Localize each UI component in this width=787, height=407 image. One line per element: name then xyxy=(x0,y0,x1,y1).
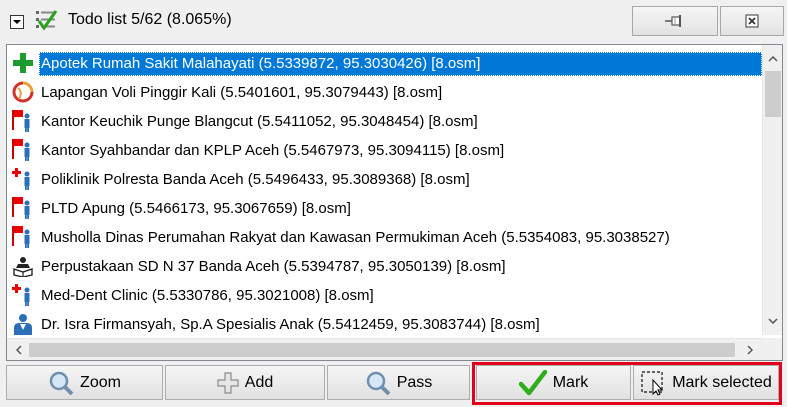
list-item-label: Perpustakaan SD N 37 Banda Aceh (5.53947… xyxy=(41,257,506,275)
collapse-arrow-icon[interactable] xyxy=(10,15,24,29)
todo-titlebar: Todo list 5/62 (8.065%) xyxy=(0,0,787,40)
mark-button-label: Mark xyxy=(552,373,589,391)
horizontal-scrollbar[interactable] xyxy=(7,338,762,360)
scroll-right-icon[interactable] xyxy=(740,340,760,360)
vertical-scroll-thumb[interactable] xyxy=(765,71,781,117)
list-item-label: Kantor Syahbandar dan KPLP Aceh (5.54679… xyxy=(41,141,505,159)
window-title: Todo list 5/62 (8.065%) xyxy=(68,11,232,28)
pharmacy-cross-icon xyxy=(9,49,39,78)
list-item[interactable]: Kantor Keuchik Punge Blangcut (5.5411052… xyxy=(9,107,762,136)
list-item[interactable]: Musholla Dinas Perumahan Rakyat dan Kawa… xyxy=(9,223,762,252)
list-item-label: Musholla Dinas Perumahan Rakyat dan Kawa… xyxy=(41,228,670,246)
vertical-scrollbar[interactable] xyxy=(762,45,782,335)
mark-button[interactable]: Mark xyxy=(476,365,631,400)
list-item[interactable]: Lapangan Voli Pinggir Kali (5.5401601, 9… xyxy=(9,78,762,107)
list-item-label: Lapangan Voli Pinggir Kali (5.5401601, 9… xyxy=(41,83,443,101)
office-flag-icon xyxy=(9,194,39,223)
list-item-label: Kantor Keuchik Punge Blangcut (5.5411052… xyxy=(41,112,478,130)
list-item[interactable]: Perpustakaan SD N 37 Banda Aceh (5.53947… xyxy=(9,252,762,281)
list-item[interactable]: Kantor Syahbandar dan KPLP Aceh (5.54679… xyxy=(9,136,762,165)
scroll-up-icon[interactable] xyxy=(763,49,782,69)
list-item-label: Apotek Rumah Sakit Malahayati (5.5339872… xyxy=(39,51,762,76)
clinic-icon xyxy=(9,281,39,310)
pass-magnifier-icon xyxy=(366,371,391,395)
scroll-left-icon[interactable] xyxy=(9,340,29,360)
horizontal-scroll-thumb[interactable] xyxy=(29,343,735,357)
list-item-label: Poliklinik Polresta Banda Aceh (5.549643… xyxy=(41,170,470,188)
list-item[interactable]: PLTD Apung (5.5466173, 95.3067659) [8.os… xyxy=(9,194,762,223)
todo-listbox[interactable]: Apotek Rumah Sakit Malahayati (5.5339872… xyxy=(6,44,783,361)
office-flag-icon xyxy=(9,107,39,136)
mark-selected-cursor-icon xyxy=(641,370,664,396)
add-button-label: Add xyxy=(244,373,274,391)
checkmark-icon xyxy=(518,369,547,395)
list-item-label: Med-Dent Clinic (5.5330786, 95.3021008) … xyxy=(41,286,374,304)
list-item-label: Dr. Isra Firmansyah, Sp.A Spesialis Anak… xyxy=(41,315,540,333)
scroll-down-icon[interactable] xyxy=(763,311,782,331)
doctor-icon xyxy=(9,310,39,339)
add-plus-icon xyxy=(217,371,239,394)
close-button[interactable] xyxy=(720,6,784,36)
zoom-button-label: Zoom xyxy=(80,373,121,391)
list-item-label: PLTD Apung (5.5466173, 95.3067659) [8.os… xyxy=(41,199,351,217)
pass-button-label: Pass xyxy=(396,373,433,391)
pass-button[interactable]: Pass xyxy=(327,365,470,400)
todo-rows: Apotek Rumah Sakit Malahayati (5.5339872… xyxy=(9,49,762,339)
mark-selected-button-label: Mark selected xyxy=(672,373,772,391)
clinic-icon xyxy=(9,165,39,194)
scroll-corner xyxy=(762,338,782,360)
list-item[interactable]: Dr. Isra Firmansyah, Sp.A Spesialis Anak… xyxy=(9,310,762,339)
office-flag-icon xyxy=(9,223,39,252)
mark-selected-button[interactable]: Mark selected xyxy=(633,365,779,400)
add-button[interactable]: Add xyxy=(165,365,325,400)
list-item[interactable]: Apotek Rumah Sakit Malahayati (5.5339872… xyxy=(9,49,762,78)
zoom-magnifier-icon xyxy=(49,371,74,395)
button-bar: Zoom Add Pass Mark Mark selected xyxy=(0,362,787,407)
close-icon xyxy=(745,14,759,28)
list-item[interactable]: Poliklinik Polresta Banda Aceh (5.549643… xyxy=(9,165,762,194)
todo-checklist-icon xyxy=(36,10,58,31)
volleyball-icon xyxy=(9,78,39,107)
zoom-button[interactable]: Zoom xyxy=(6,365,163,400)
list-item[interactable]: Med-Dent Clinic (5.5330786, 95.3021008) … xyxy=(9,281,762,310)
office-flag-icon xyxy=(9,136,39,165)
library-icon xyxy=(9,252,39,281)
pin-icon xyxy=(665,15,681,27)
pin-button[interactable] xyxy=(632,6,718,36)
